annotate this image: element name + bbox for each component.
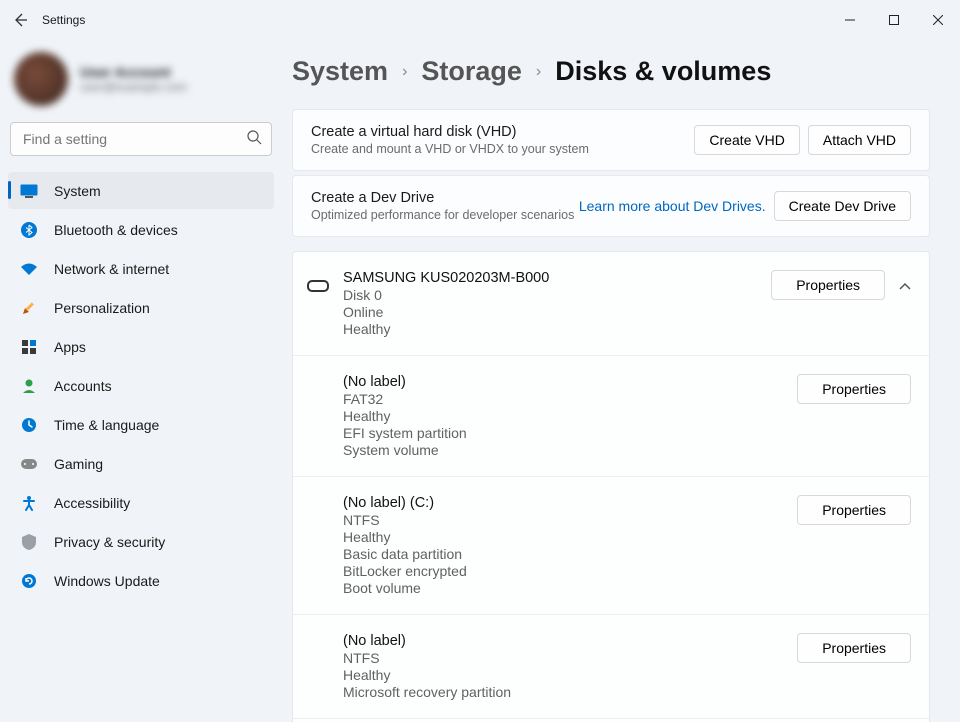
sidebar-item-accessibility[interactable]: Accessibility <box>8 484 274 521</box>
sidebar-item-label: Time & language <box>54 417 159 433</box>
personalization-icon <box>20 299 38 317</box>
create-devdrive-button[interactable]: Create Dev Drive <box>774 191 911 221</box>
sidebar-item-time-language[interactable]: Time & language <box>8 406 274 443</box>
search-container <box>10 122 272 156</box>
sidebar-item-accounts[interactable]: Accounts <box>8 367 274 404</box>
sidebar-item-label: Accessibility <box>54 495 130 511</box>
volume-properties-button[interactable]: Properties <box>797 633 911 663</box>
privacy-icon <box>20 533 38 551</box>
devdrive-card: Create a Dev Drive Optimized performance… <box>292 175 930 237</box>
sidebar-item-label: System <box>54 183 101 199</box>
sidebar-item-privacy[interactable]: Privacy & security <box>8 523 274 560</box>
devdrive-learn-more-link[interactable]: Learn more about Dev Drives. <box>579 198 766 214</box>
volume-label: (No label) (C:) <box>343 495 467 511</box>
network-icon <box>20 260 38 278</box>
disk-properties-button[interactable]: Properties <box>771 270 885 300</box>
accessibility-icon <box>20 494 38 512</box>
system-icon <box>20 182 38 200</box>
volume-label: (No label) <box>343 633 511 649</box>
sidebar-item-label: Bluetooth & devices <box>54 222 178 238</box>
chevron-up-icon[interactable] <box>899 278 911 293</box>
disk-health: Healthy <box>343 321 549 337</box>
volume-row[interactable]: (No label) (C:) NTFS Healthy Basic data … <box>293 477 929 615</box>
disk-icon <box>307 280 329 292</box>
bluetooth-icon <box>20 221 38 239</box>
volume-row[interactable]: (No label) NTFS Healthy Microsoft recove… <box>293 615 929 719</box>
avatar <box>14 52 68 106</box>
volume-label: (No label) <box>343 374 467 390</box>
vhd-sub: Create and mount a VHD or VHDX to your s… <box>311 142 589 156</box>
sidebar-item-update[interactable]: Windows Update <box>8 562 274 599</box>
breadcrumb: System › Storage › Disks & volumes <box>292 56 930 87</box>
profile-name: User Account <box>80 64 187 80</box>
sidebar-item-label: Gaming <box>54 456 103 472</box>
sidebar-item-label: Accounts <box>54 378 112 394</box>
apps-icon <box>20 338 38 356</box>
sidebar-item-gaming[interactable]: Gaming <box>8 445 274 482</box>
time-language-icon <box>20 416 38 434</box>
sidebar-item-label: Apps <box>54 339 86 355</box>
maximize-button[interactable] <box>872 5 916 35</box>
breadcrumb-current: Disks & volumes <box>555 56 771 87</box>
breadcrumb-system[interactable]: System <box>292 56 388 87</box>
user-profile[interactable]: User Account user@example.com <box>8 48 274 120</box>
sidebar-item-label: Personalization <box>54 300 150 316</box>
accounts-icon <box>20 377 38 395</box>
volume-row[interactable]: (No label) FAT32 Healthy EFI system part… <box>293 356 929 477</box>
disk-name: SAMSUNG KUS020203M-B000 <box>343 270 549 286</box>
update-icon <box>20 572 38 590</box>
profile-sub: user@example.com <box>80 80 187 94</box>
disk-index: Disk 0 <box>343 287 549 303</box>
search-input[interactable] <box>10 122 272 156</box>
sidebar-item-apps[interactable]: Apps <box>8 328 274 365</box>
minimize-button[interactable] <box>828 5 872 35</box>
back-button[interactable] <box>10 10 30 30</box>
disk-status: Online <box>343 304 549 320</box>
search-icon <box>247 130 262 148</box>
window-title: Settings <box>42 13 85 27</box>
create-vhd-button[interactable]: Create VHD <box>694 125 799 155</box>
sidebar-item-label: Windows Update <box>54 573 160 589</box>
vhd-card: Create a virtual hard disk (VHD) Create … <box>292 109 930 171</box>
attach-vhd-button[interactable]: Attach VHD <box>808 125 911 155</box>
volume-properties-button[interactable]: Properties <box>797 374 911 404</box>
devdrive-sub: Optimized performance for developer scen… <box>311 208 574 222</box>
sidebar-item-label: Privacy & security <box>54 534 165 550</box>
gaming-icon <box>20 455 38 473</box>
sidebar-item-system[interactable]: System <box>8 172 274 209</box>
breadcrumb-storage[interactable]: Storage <box>421 56 522 87</box>
sidebar-item-personalization[interactable]: Personalization <box>8 289 274 326</box>
close-button[interactable] <box>916 5 960 35</box>
sidebar-item-network[interactable]: Network & internet <box>8 250 274 287</box>
chevron-right-icon: › <box>402 63 407 81</box>
volume-properties-button[interactable]: Properties <box>797 495 911 525</box>
sidebar-item-bluetooth[interactable]: Bluetooth & devices <box>8 211 274 248</box>
sidebar-item-label: Network & internet <box>54 261 169 277</box>
disk-section: SAMSUNG KUS020203M-B000 Disk 0 Online He… <box>292 251 930 722</box>
chevron-right-icon: › <box>536 63 541 81</box>
devdrive-title: Create a Dev Drive <box>311 190 574 206</box>
vhd-title: Create a virtual hard disk (VHD) <box>311 124 589 140</box>
disk-row[interactable]: SAMSUNG KUS020203M-B000 Disk 0 Online He… <box>293 252 929 356</box>
